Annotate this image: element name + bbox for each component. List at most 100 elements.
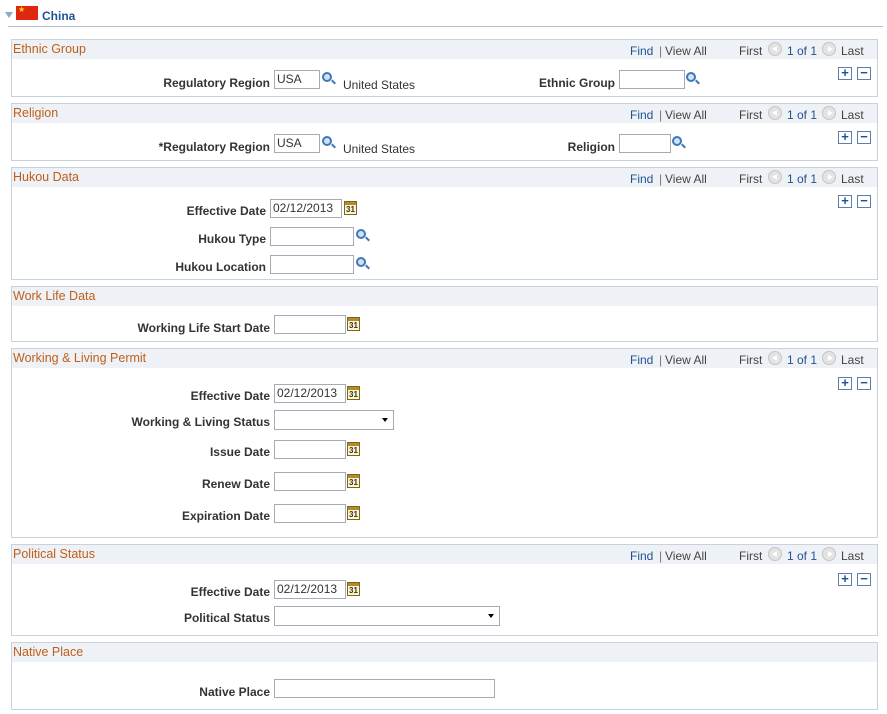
ethnic-group-input[interactable] [619, 70, 685, 89]
previous-row-icon[interactable] [768, 170, 782, 184]
regulatory-region-input[interactable]: USA [274, 134, 320, 153]
page-title[interactable]: China [42, 9, 75, 23]
section-title: Political Status [13, 547, 95, 561]
view-all-link[interactable]: View All [665, 353, 707, 367]
find-link[interactable]: Find [630, 44, 653, 58]
calendar-icon[interactable]: 31 [347, 474, 360, 488]
previous-row-icon[interactable] [768, 106, 782, 120]
renew-date-input[interactable] [274, 472, 346, 491]
regulatory-region-description: United States [343, 142, 416, 156]
find-link[interactable]: Find [630, 172, 653, 186]
lookup-icon[interactable] [685, 71, 701, 87]
calendar-icon[interactable]: 31 [347, 386, 360, 400]
hukou-location-input[interactable] [270, 255, 354, 274]
political-status-select[interactable] [274, 606, 500, 626]
section-header: Hukou Data Find | View All First 1 of 1 … [12, 168, 877, 187]
lookup-icon[interactable] [321, 71, 337, 87]
view-all-link[interactable]: View All [665, 44, 707, 58]
section-header: Political Status Find | View All First 1… [12, 545, 877, 564]
nav-separator: | [659, 353, 663, 367]
effective-date-input[interactable]: 02/12/2013 [274, 384, 346, 403]
first-label: First [739, 172, 763, 186]
section-ethnic-group: Ethnic Group Find | View All First 1 of … [11, 39, 878, 97]
add-row-button[interactable]: + [838, 572, 852, 586]
effective-date-label: Effective Date [190, 389, 270, 403]
issue-date-input[interactable] [274, 440, 346, 459]
delete-row-button[interactable]: − [857, 376, 871, 390]
find-link[interactable]: Find [630, 353, 653, 367]
last-label: Last [841, 44, 864, 58]
row-count: 1 of 1 [787, 353, 818, 367]
first-label: First [739, 44, 763, 58]
last-label: Last [841, 108, 864, 122]
working-life-start-date-input[interactable] [274, 315, 346, 334]
row-count: 1 of 1 [787, 44, 818, 58]
add-row-button[interactable]: + [838, 194, 852, 208]
add-row-button[interactable]: + [838, 66, 852, 80]
delete-row-button[interactable]: − [857, 130, 871, 144]
view-all-link[interactable]: View All [665, 108, 707, 122]
working-living-status-select[interactable] [274, 410, 394, 430]
next-row-icon[interactable] [822, 351, 836, 365]
lookup-icon[interactable] [355, 256, 371, 272]
ethnic-group-label: Ethnic Group [539, 76, 615, 90]
religion-input[interactable] [619, 134, 671, 153]
section-native-place: Native Place Native Place [11, 642, 878, 710]
calendar-icon[interactable]: 31 [347, 317, 360, 331]
effective-date-input[interactable]: 02/12/2013 [270, 199, 342, 218]
lookup-icon[interactable] [321, 135, 337, 151]
renew-date-label: Renew Date [201, 477, 270, 491]
view-all-link[interactable]: View All [665, 172, 707, 186]
calendar-icon[interactable]: 31 [347, 506, 360, 520]
section-header: Religion Find | View All First 1 of 1 La… [12, 104, 877, 123]
next-row-icon[interactable] [822, 42, 836, 56]
delete-row-button[interactable]: − [857, 572, 871, 586]
hukou-location-label: Hukou Location [175, 260, 266, 274]
add-row-button[interactable]: + [838, 130, 852, 144]
calendar-icon[interactable]: 31 [347, 442, 360, 456]
religion-label: Religion [567, 140, 615, 154]
row-count: 1 of 1 [787, 549, 818, 563]
last-label: Last [841, 172, 864, 186]
next-row-icon[interactable] [822, 106, 836, 120]
native-place-input[interactable] [274, 679, 495, 698]
last-label: Last [841, 353, 864, 367]
section-work-life-data: Work Life Data Working Life Start Date 3… [11, 286, 878, 342]
section-header: Native Place [12, 643, 877, 662]
section-title: Religion [13, 106, 59, 120]
issue-date-label: Issue Date [209, 445, 270, 459]
expiration-date-input[interactable] [274, 504, 346, 523]
regulatory-region-label: *Regulatory Region [158, 140, 270, 154]
regulatory-region-input[interactable]: USA [274, 70, 320, 89]
view-all-link[interactable]: View All [665, 549, 707, 563]
find-link[interactable]: Find [630, 549, 653, 563]
hukou-type-input[interactable] [270, 227, 354, 246]
first-label: First [739, 549, 763, 563]
next-row-icon[interactable] [822, 547, 836, 561]
row-count: 1 of 1 [787, 108, 818, 122]
row-count: 1 of 1 [787, 172, 818, 186]
previous-row-icon[interactable] [768, 547, 782, 561]
delete-row-button[interactable]: − [857, 66, 871, 80]
calendar-icon[interactable]: 31 [344, 201, 357, 215]
add-row-button[interactable]: + [838, 376, 852, 390]
section-header: Working & Living Permit Find | View All … [12, 349, 877, 368]
find-link[interactable]: Find [630, 108, 653, 122]
effective-date-input[interactable]: 02/12/2013 [274, 580, 346, 599]
political-status-label: Political Status [183, 611, 270, 625]
lookup-icon[interactable] [355, 228, 371, 244]
lookup-icon[interactable] [671, 135, 687, 151]
collapse-arrow-icon[interactable] [5, 12, 13, 18]
working-life-start-date-label: Working Life Start Date [137, 321, 270, 335]
section-header: Ethnic Group Find | View All First 1 of … [12, 40, 877, 59]
calendar-icon[interactable]: 31 [347, 582, 360, 596]
section-title: Ethnic Group [13, 42, 86, 56]
section-title: Work Life Data [13, 289, 96, 303]
effective-date-label: Effective Date [186, 204, 266, 218]
previous-row-icon[interactable] [768, 351, 782, 365]
delete-row-button[interactable]: − [857, 194, 871, 208]
nav-separator: | [659, 44, 663, 58]
nav-separator: | [659, 549, 663, 563]
previous-row-icon[interactable] [768, 42, 782, 56]
next-row-icon[interactable] [822, 170, 836, 184]
